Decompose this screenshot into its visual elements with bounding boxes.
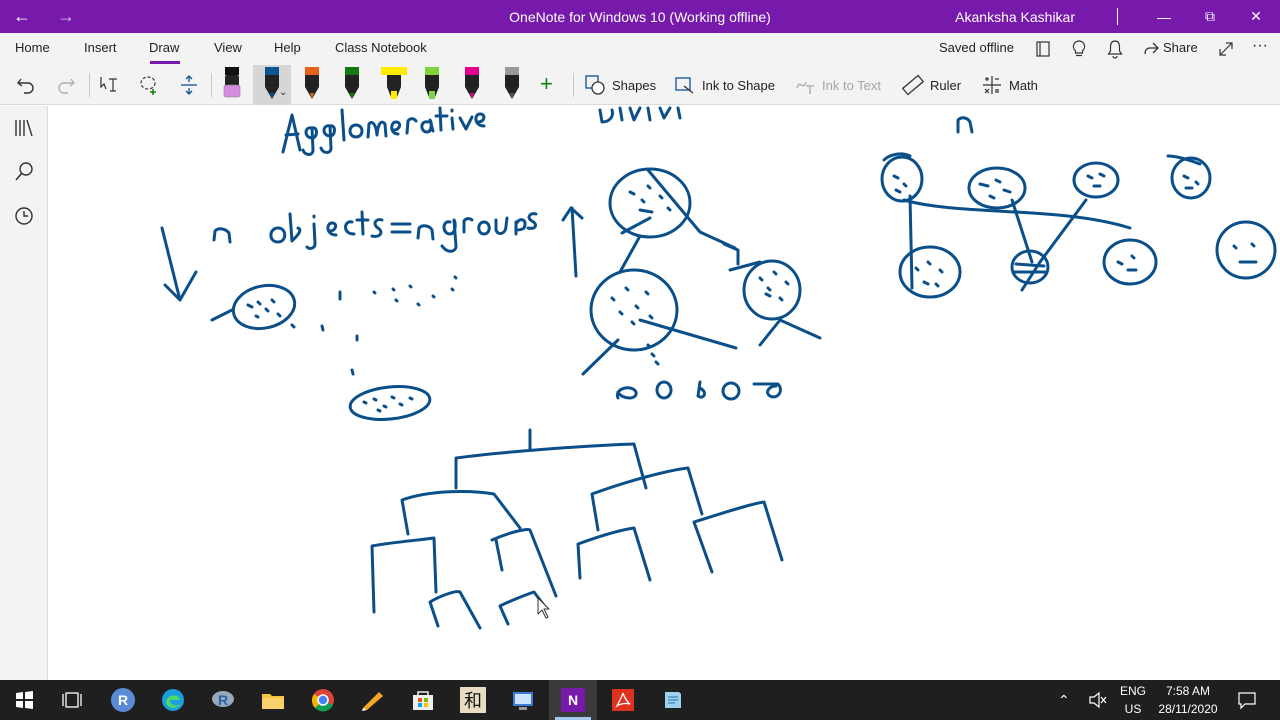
title-bar: ← → OneNote for Windows 10 (Working offl…	[0, 0, 1280, 33]
file-explorer-icon[interactable]	[257, 684, 289, 716]
language-indicator[interactable]: ENG	[1120, 684, 1146, 698]
type-select-icon[interactable]	[97, 73, 121, 97]
add-space-icon[interactable]	[177, 73, 201, 97]
math-button[interactable]: Math	[981, 71, 1038, 99]
microsoft-store-icon[interactable]	[407, 684, 439, 716]
restore-button[interactable]: ⧉	[1187, 0, 1233, 33]
window-title: OneNote for Windows 10 (Working offline)	[509, 9, 771, 25]
pen-green-tool[interactable]	[339, 67, 365, 101]
action-center-icon[interactable]	[1237, 690, 1257, 710]
ruler-icon	[902, 74, 924, 96]
r-label: R	[111, 688, 135, 712]
close-button[interactable]: ✕	[1233, 0, 1279, 33]
windows-start-icon[interactable]	[8, 684, 40, 716]
math-label: Math	[1009, 77, 1038, 93]
highlighter-pink-tool[interactable]	[219, 67, 245, 101]
toolbar-divider	[573, 73, 574, 97]
left-navigation-rail	[0, 106, 48, 680]
ink-to-shape-label: Ink to Shape	[702, 77, 775, 93]
ink-text-n-objects-n-groups	[212, 210, 538, 253]
acrobat-icon[interactable]	[607, 684, 639, 716]
ink-to-text-label: Ink to Text	[822, 77, 882, 93]
shapes-button[interactable]: Shapes	[584, 71, 656, 99]
remote-desktop-icon[interactable]	[507, 684, 539, 716]
highlighter-yellow-tool[interactable]	[379, 67, 409, 101]
undo-icon[interactable]	[15, 74, 37, 96]
svg-text:R: R	[218, 692, 228, 708]
tab-help[interactable]: Help	[274, 40, 301, 55]
ink-drawing[interactable]	[48, 106, 1280, 680]
titlebar-divider	[1117, 8, 1118, 25]
volume-muted-icon[interactable]	[1088, 691, 1108, 709]
ribbon-tabs: Home Insert Draw View Help Class Noteboo…	[0, 33, 1280, 65]
notepad-icon[interactable]	[657, 684, 689, 716]
recent-notes-icon[interactable]	[12, 204, 36, 228]
onenote-taskbar-icon[interactable]: N	[557, 684, 589, 716]
ruler-button[interactable]: Ruler	[902, 71, 961, 99]
tab-class-notebook[interactable]: Class Notebook	[335, 40, 427, 55]
pen-orange-tool[interactable]	[299, 67, 325, 101]
share-icon[interactable]	[1142, 40, 1160, 58]
shapes-icon	[585, 75, 605, 95]
expand-icon[interactable]	[1217, 40, 1235, 58]
show-hidden-icons-icon[interactable]: ⌃	[1058, 692, 1070, 709]
ruler-label: Ruler	[930, 77, 962, 93]
windows-taskbar: R R 和 N ⌃ ENG US 7:58 AM 28/11/2020	[0, 680, 1280, 720]
ink-word-agglomerative	[281, 106, 486, 156]
ink-right-cluster-graph	[880, 152, 1277, 299]
active-tab-indicator	[150, 61, 180, 64]
highlighter-green-tool[interactable]	[419, 67, 445, 101]
chrome-icon[interactable]	[307, 684, 339, 716]
tab-insert[interactable]: Insert	[84, 40, 117, 55]
add-pen-button[interactable]: +	[540, 71, 553, 97]
search-icon[interactable]	[12, 160, 36, 184]
edge-browser-icon[interactable]	[157, 684, 189, 716]
ink-letter-n	[956, 116, 974, 134]
ink-down-arrow	[160, 226, 198, 302]
notebooks-icon[interactable]	[12, 116, 36, 140]
redo-icon[interactable]	[55, 74, 77, 96]
more-options-icon[interactable]: ···	[1252, 37, 1268, 55]
ink-divisive-tree	[581, 167, 822, 401]
ink-word-divisive	[598, 106, 682, 124]
user-name[interactable]: Akanksha Kashikar	[955, 9, 1075, 25]
math-icon	[983, 76, 1001, 94]
page-canvas[interactable]	[48, 106, 1280, 680]
clock-date[interactable]: 28/11/2020	[1152, 702, 1224, 716]
share-button[interactable]: Share	[1163, 40, 1198, 55]
shapes-label: Shapes	[612, 77, 657, 93]
kanji-label: 和	[460, 687, 486, 713]
ink-to-text-icon	[796, 81, 814, 94]
ink-initial-cluster	[210, 275, 458, 421]
ink-up-arrow	[561, 206, 584, 278]
ink-dendrogram	[370, 428, 784, 630]
lightbulb-icon[interactable]	[1070, 39, 1088, 59]
keyboard-layout-indicator[interactable]: US	[1120, 702, 1146, 716]
mouse-cursor-icon	[537, 597, 550, 619]
ink-to-shape-button[interactable]: Ink to Shape	[674, 71, 775, 99]
bell-icon[interactable]	[1106, 39, 1124, 59]
tab-draw[interactable]: Draw	[149, 40, 179, 55]
pen-gray-tool[interactable]	[499, 67, 525, 101]
tab-view[interactable]: View	[214, 40, 242, 55]
lasso-select-icon[interactable]	[137, 73, 161, 97]
toolbar-divider	[211, 73, 212, 97]
pen-red-tool[interactable]	[459, 67, 485, 101]
ink-to-shape-icon	[675, 77, 694, 94]
r-app-icon[interactable]: R	[107, 684, 139, 716]
task-view-icon[interactable]	[56, 684, 88, 716]
ime-app-icon[interactable]: 和	[457, 684, 489, 716]
tab-home[interactable]: Home	[15, 40, 50, 55]
minimize-button[interactable]: —	[1141, 0, 1187, 33]
draw-toolbar: ⌄ + Shapes Ink to Shape Ink to Text Rule…	[0, 65, 1280, 105]
onenote-letter: N	[561, 688, 585, 712]
notebook-icon[interactable]	[1034, 40, 1052, 58]
ink-to-text-button[interactable]: Ink to Text	[794, 71, 881, 99]
clock-time[interactable]: 7:58 AM	[1152, 684, 1224, 698]
rstudio-icon[interactable]: R	[207, 684, 239, 716]
pen-app-icon[interactable]	[357, 684, 389, 716]
save-status: Saved offline	[939, 40, 1014, 55]
chevron-down-icon[interactable]: ⌄	[279, 87, 287, 98]
toolbar-divider	[89, 73, 90, 97]
